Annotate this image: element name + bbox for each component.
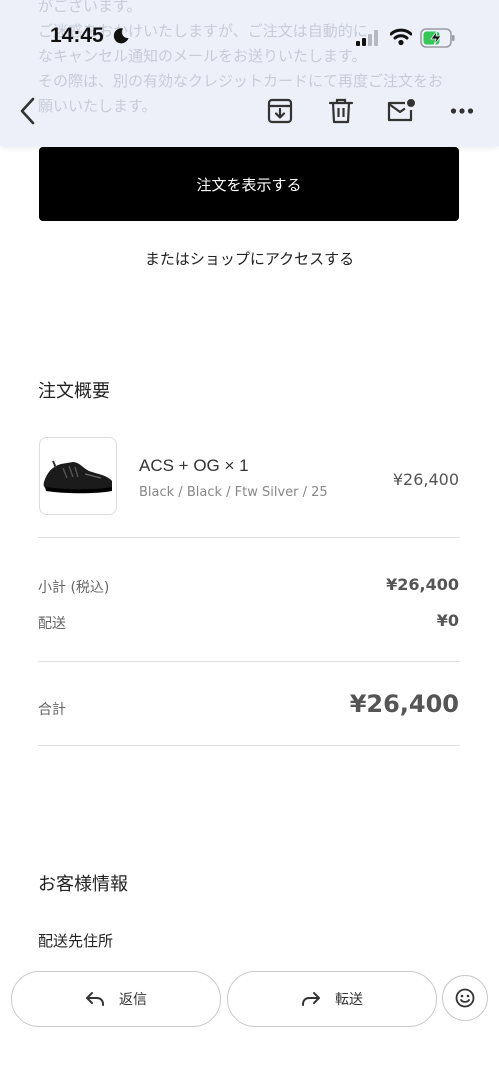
shop-link[interactable]: またはショップにアクセスする	[0, 248, 499, 269]
order-summary-title: 注文概要	[38, 381, 110, 402]
emoji-reaction-button[interactable]	[442, 975, 488, 1021]
trash-icon	[329, 98, 353, 124]
mark-unread-button[interactable]	[384, 94, 418, 128]
divider	[38, 537, 460, 538]
mail-header: がございます。 ご迷惑をおかけいたしますが、ご注文は自動的に なキャンセル通知の…	[0, 0, 499, 146]
archive-button[interactable]	[263, 94, 297, 128]
item-price: ¥26,400	[392, 470, 459, 489]
forward-icon	[302, 992, 320, 1006]
moon-icon	[112, 27, 130, 49]
item-variant: Black / Black / Ftw Silver / 25	[139, 485, 328, 500]
product-thumbnail[interactable]	[39, 437, 117, 515]
bottom-action-bar: 返信 転送	[0, 960, 499, 1080]
status-time: 14:45	[50, 24, 104, 47]
reply-label: 返信	[119, 992, 147, 1008]
archive-icon	[267, 98, 293, 124]
reply-icon	[86, 992, 104, 1006]
divider	[38, 661, 460, 662]
subtotal-label: 小計 (税込)	[38, 580, 110, 596]
mark-unread-icon	[387, 99, 415, 122]
total-value: ¥26,400	[349, 690, 459, 718]
total-label: 合計	[38, 702, 66, 718]
background-line: がございます。	[38, 0, 142, 15]
forward-button[interactable]: 転送	[227, 971, 437, 1027]
more-icon	[450, 108, 474, 114]
shipping-label: 配送	[38, 616, 66, 632]
divider	[38, 745, 460, 746]
item-name: ACS + OG × 1	[139, 456, 249, 475]
back-icon	[20, 97, 35, 125]
background-line: その際は、別の有効なクレジットカードにて再度ご注文をお	[38, 72, 444, 90]
cellular-signal-icon	[356, 30, 382, 50]
reply-button[interactable]: 返信	[11, 971, 221, 1027]
subtotal-value: ¥26,400	[386, 575, 459, 594]
shipping-address-label: 配送先住所	[38, 932, 114, 950]
smiley-icon	[455, 988, 475, 1008]
shipping-value: ¥0	[436, 611, 459, 630]
delete-button[interactable]	[324, 94, 358, 128]
wifi-icon	[389, 28, 413, 50]
view-order-button[interactable]: 注文を表示する	[39, 147, 459, 221]
customer-info-title: お客様情報	[38, 874, 128, 895]
more-button[interactable]	[445, 94, 479, 128]
battery-charging-icon	[420, 28, 456, 52]
shoe-image	[43, 460, 112, 494]
forward-label: 転送	[335, 992, 363, 1008]
back-button[interactable]	[11, 94, 45, 128]
